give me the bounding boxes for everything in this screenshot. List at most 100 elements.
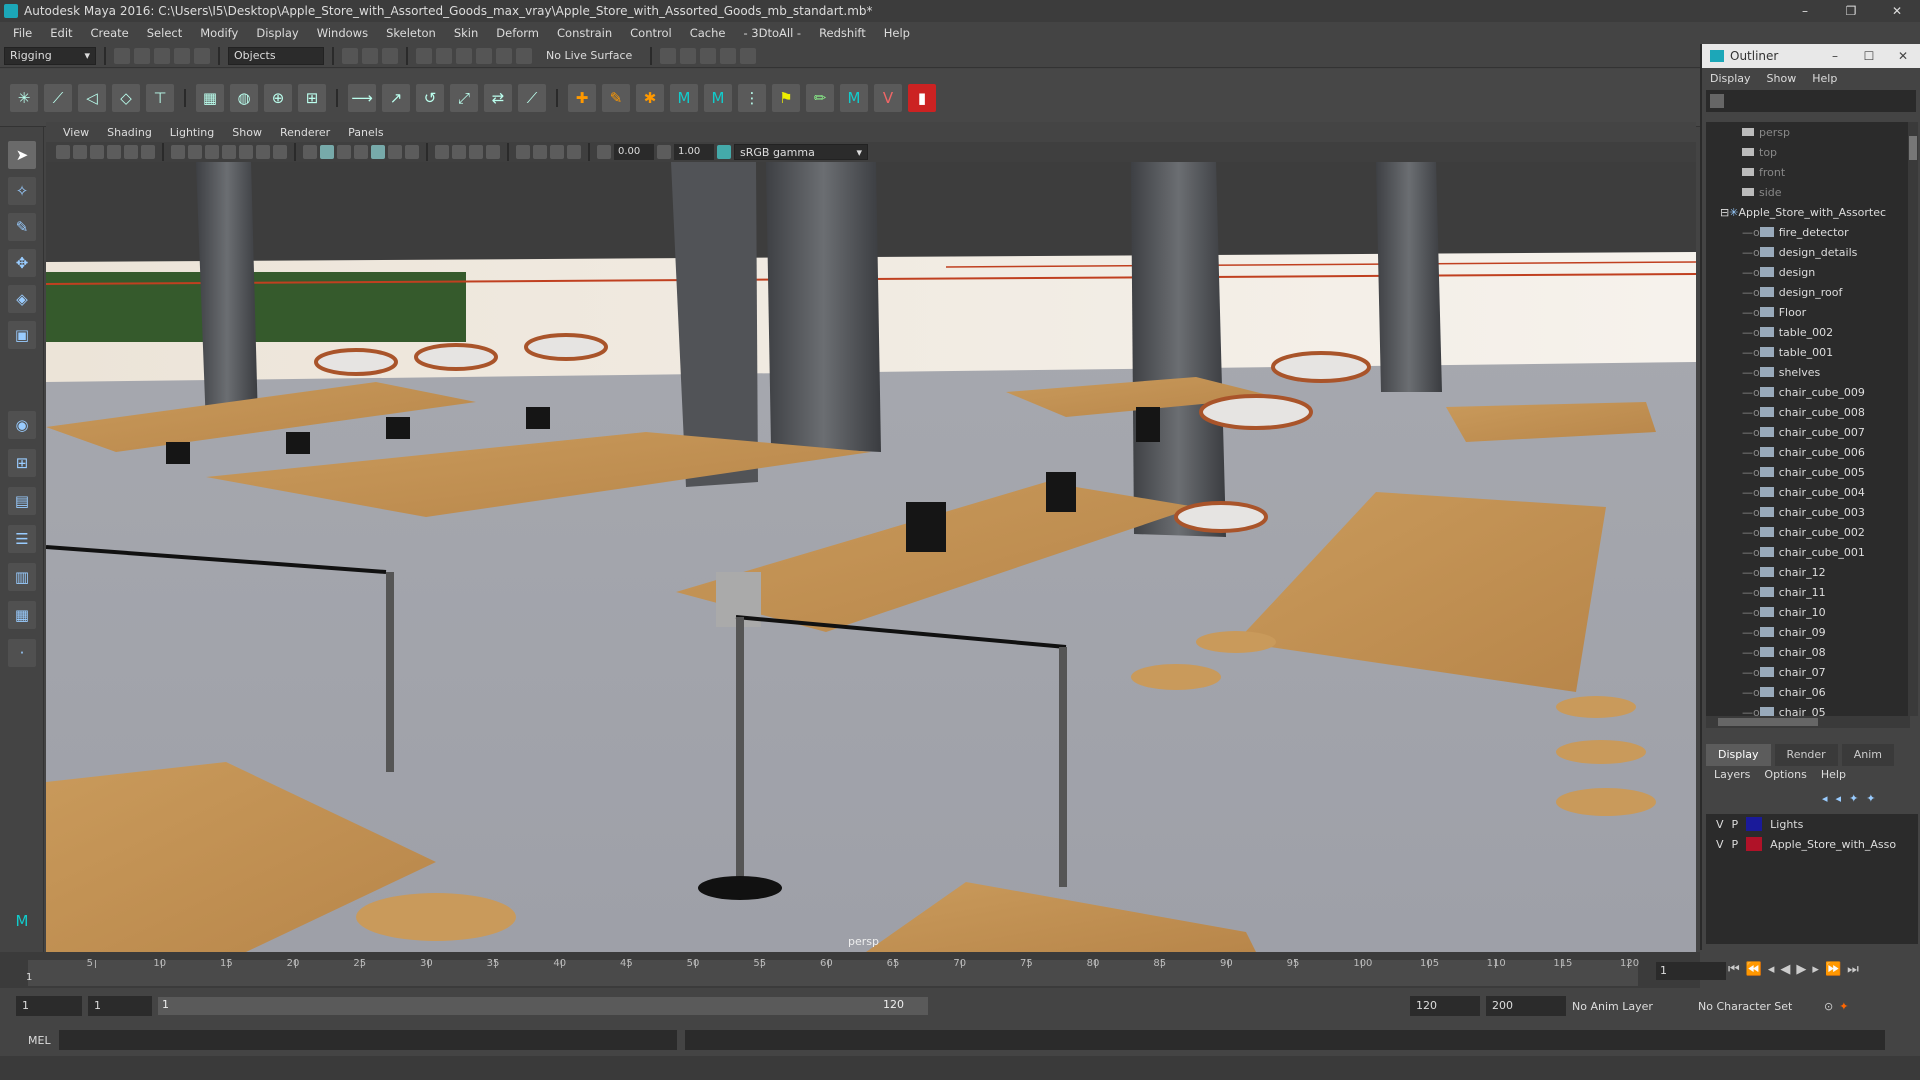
close-button[interactable]: ✕ (1874, 0, 1920, 22)
xray-joints-icon[interactable] (550, 145, 564, 159)
menu-file[interactable]: File (4, 26, 41, 40)
joint-tool-icon[interactable]: ✳ (10, 83, 38, 112)
snap-curve-icon[interactable] (436, 47, 452, 64)
menu-edit[interactable]: Edit (41, 26, 81, 40)
xray-components-icon[interactable] (567, 145, 581, 159)
menu-control[interactable]: Control (621, 26, 681, 40)
outliner-layout-icon[interactable]: ☰ (8, 525, 36, 553)
menu-skeleton[interactable]: Skeleton (377, 26, 445, 40)
textured-icon[interactable] (371, 145, 385, 159)
outliner-item-mesh[interactable]: —o table_002 (1706, 322, 1910, 342)
locator-icon[interactable]: ✚ (568, 83, 596, 112)
end-time-field[interactable]: 200 (1486, 996, 1566, 1016)
snap-surface-icon[interactable] (496, 47, 512, 64)
vertex-icon[interactable]: V (874, 83, 902, 112)
scrollbar-thumb[interactable] (1909, 136, 1917, 160)
new-layer-icon[interactable]: ✦ (1849, 792, 1858, 805)
wrap-icon[interactable]: ⊕ (264, 83, 292, 112)
play-forward-icon[interactable]: ▶ (1796, 962, 1806, 977)
go-to-end-icon[interactable]: ⏭ (1847, 962, 1859, 977)
safe-action-icon[interactable] (256, 145, 270, 159)
layer-tab-render[interactable]: Render (1774, 744, 1838, 766)
select-object-icon[interactable] (362, 47, 378, 64)
film-gate-icon[interactable] (188, 145, 202, 159)
two-d-pan-icon[interactable] (124, 145, 138, 159)
outliner-vertical-scrollbar[interactable] (1908, 122, 1918, 716)
outliner-item-mesh[interactable]: —o fire_detector (1706, 222, 1910, 242)
hypershade-layout-icon[interactable]: ▦ (8, 601, 36, 629)
layer-menu-options[interactable]: Options (1764, 768, 1806, 781)
constraint-scale-icon[interactable]: ⤢ (450, 83, 478, 112)
move-layer-up-icon[interactable]: ◂ (1822, 792, 1828, 805)
open-scene-icon[interactable] (134, 47, 150, 64)
outliner-item-mesh[interactable]: —o shelves (1706, 362, 1910, 382)
outliner-item-camera[interactable]: front (1706, 162, 1910, 182)
go-to-start-icon[interactable]: ⏮ (1728, 962, 1740, 977)
collapse-icon[interactable]: ⊟ (1720, 206, 1729, 219)
panel-menu-renderer[interactable]: Renderer (271, 126, 339, 139)
character-set-dropdown[interactable]: No Character Set (1698, 1000, 1818, 1013)
layer-color-swatch[interactable] (1746, 837, 1763, 851)
menu-modify[interactable]: Modify (191, 26, 247, 40)
menu-help[interactable]: Help (875, 26, 919, 40)
layer-playback-toggle[interactable]: P (1732, 818, 1739, 831)
outliner-item-mesh[interactable]: —o chair_05 (1706, 702, 1910, 716)
outliner-search-bar[interactable] (1706, 90, 1916, 112)
outliner-item-root[interactable]: ⊟ ✳ Apple_Store_with_Assortec (1706, 202, 1910, 222)
outliner-menu-display[interactable]: Display (1710, 72, 1751, 85)
graph-layout-icon[interactable]: ▥ (8, 563, 36, 591)
command-input[interactable] (58, 1030, 677, 1050)
layer-visibility-toggle[interactable]: V (1716, 838, 1724, 851)
menu-cache[interactable]: Cache (681, 26, 735, 40)
step-forward-frame-icon[interactable]: ▸ (1812, 962, 1819, 977)
depth-of-field-icon[interactable] (486, 145, 500, 159)
outliner-item-mesh[interactable]: —o chair_cube_005 (1706, 462, 1910, 482)
layer-menu-layers[interactable]: Layers (1714, 768, 1750, 781)
more-layouts-icon[interactable]: · (8, 639, 36, 667)
grid-icon[interactable] (171, 145, 185, 159)
anim-layer-dropdown[interactable]: No Anim Layer (1572, 1000, 1692, 1013)
xray-icon[interactable] (533, 145, 547, 159)
viewport-persp[interactable] (46, 162, 1696, 952)
minimize-button[interactable]: – (1782, 0, 1828, 22)
layer-menu-help[interactable]: Help (1821, 768, 1846, 781)
move-layer-down-icon[interactable]: ◂ (1836, 792, 1842, 805)
image-plane-icon[interactable] (107, 145, 121, 159)
select-component-icon[interactable] (382, 47, 398, 64)
menu-create[interactable]: Create (82, 26, 138, 40)
gamma-icon[interactable] (657, 145, 671, 159)
paint-select-icon[interactable]: ✎ (8, 213, 36, 241)
color-management-icon[interactable] (717, 145, 731, 159)
outliner-item-mesh[interactable]: —o chair_cube_004 (1706, 482, 1910, 502)
outliner-item-mesh[interactable]: —o design_details (1706, 242, 1910, 262)
time-ruler[interactable]: 5 10 15 20 25 30 35 40 45 50 55 60 65 70 75 80 85 90 95 100… (28, 958, 1639, 986)
ik-spline-icon[interactable]: ◁ (78, 83, 106, 112)
layer-row[interactable]: V P Apple_Store_with_Asso (1706, 834, 1918, 854)
menu-3dtoall[interactable]: - 3DtoAll - (734, 26, 810, 40)
filter-icon[interactable] (1710, 94, 1724, 108)
move-tool-icon[interactable]: ✥ (8, 249, 36, 277)
layer-tab-anim[interactable]: Anim (1841, 744, 1894, 766)
safe-title-icon[interactable] (273, 145, 287, 159)
ipr-render-icon[interactable] (700, 47, 717, 64)
auto-key-icon[interactable]: ⊙ (1824, 1000, 1833, 1013)
isolate-select-icon[interactable] (516, 145, 530, 159)
paint-icon[interactable]: ✏ (806, 83, 834, 112)
cmd-language-label[interactable]: MEL (28, 1034, 51, 1047)
outliner-close-button[interactable]: ✕ (1886, 49, 1920, 63)
outliner-item-mesh[interactable]: —o chair_cube_002 (1706, 522, 1910, 542)
hik-character-icon[interactable]: M (670, 83, 698, 112)
outliner-item-mesh[interactable]: —o chair_12 (1706, 562, 1910, 582)
wireframe-on-shaded-icon[interactable] (354, 145, 368, 159)
outliner-item-mesh[interactable]: —o chair_06 (1706, 682, 1910, 702)
outliner-horizontal-scrollbar[interactable] (1706, 716, 1910, 728)
wireframe-icon[interactable] (303, 145, 317, 159)
select-camera-icon[interactable] (56, 145, 70, 159)
panel-menu-lighting[interactable]: Lighting (161, 126, 223, 139)
redo-icon[interactable] (194, 47, 210, 64)
ik-fk-icon[interactable]: ✎ (602, 83, 630, 112)
anim-end-field[interactable]: 120 (1410, 996, 1480, 1016)
panel-menu-shading[interactable]: Shading (98, 126, 161, 139)
outliner-minimize-button[interactable]: – (1818, 49, 1852, 63)
grease-pencil-icon[interactable] (141, 145, 155, 159)
